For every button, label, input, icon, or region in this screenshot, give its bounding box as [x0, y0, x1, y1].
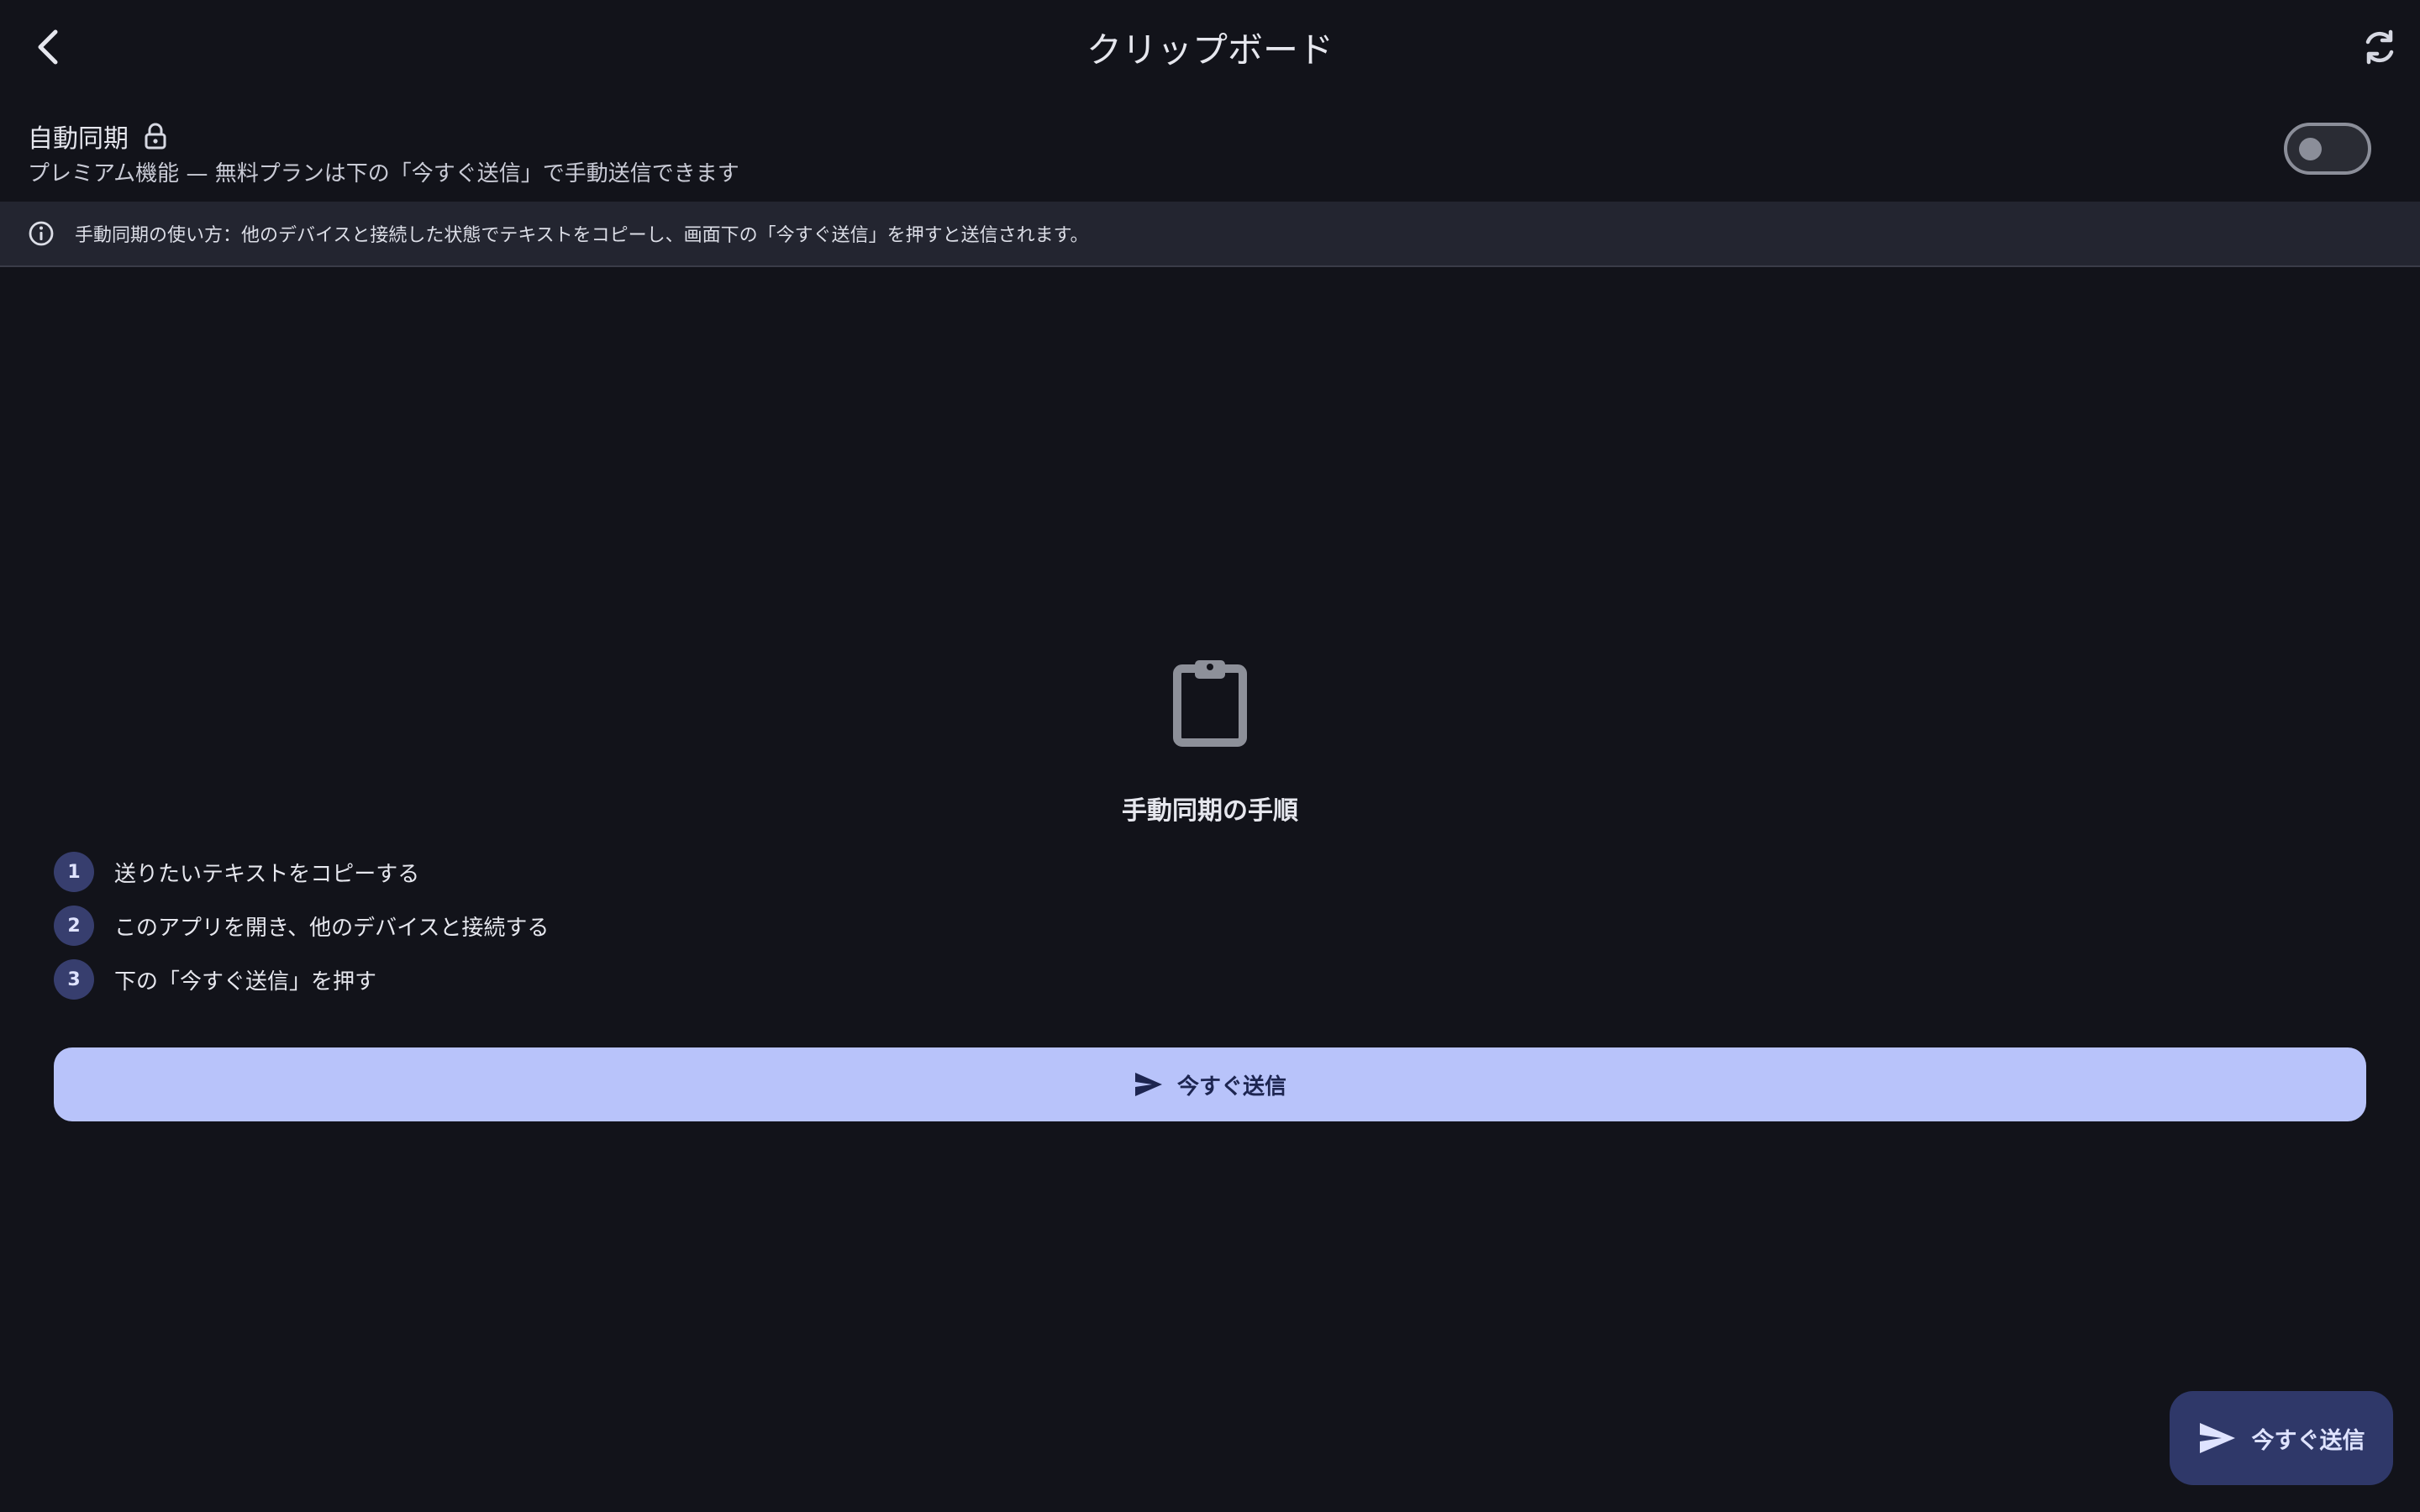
lock-icon [144, 123, 169, 150]
auto-sync-title: 自動同期 [28, 124, 129, 154]
step-item: 3 下の「今すぐ送信」を押す [54, 959, 549, 1000]
top-app-bar: クリップボード [0, 0, 2420, 94]
toggle-knob [2299, 138, 2322, 160]
steps-title: 手動同期の手順 [1122, 796, 1298, 826]
step-number-badge: 2 [54, 906, 94, 946]
info-banner: 手動同期の使い方：他のデバイスと接続した状態でテキストをコピーし、画面下の「今す… [0, 202, 2420, 267]
step-number-badge: 1 [54, 852, 94, 892]
step-text: このアプリを開き、他のデバイスと接続する [114, 915, 550, 941]
step-number-badge: 3 [54, 959, 94, 1000]
send-now-label: 今すぐ送信 [1176, 1074, 1286, 1100]
send-icon [1134, 1071, 1164, 1098]
send-now-button[interactable]: 今すぐ送信 [54, 1047, 2366, 1121]
sync-button[interactable] [2351, 18, 2408, 76]
auto-sync-title-row: 自動同期 [28, 118, 169, 155]
step-text: 送りたいテキストをコピーする [114, 861, 420, 887]
sync-icon [2365, 29, 2394, 65]
clipboard-icon [1170, 655, 1250, 748]
send-icon [2198, 1421, 2237, 1455]
info-icon [28, 220, 55, 247]
step-item: 2 このアプリを開き、他のデバイスと接続する [54, 906, 549, 946]
fab-label: 今すぐ送信 [2251, 1427, 2365, 1454]
page-title: クリップボード [1086, 29, 1334, 71]
clipboard-screen: クリップボード 自動同期 プレミアム機能 — 無料プランは下の「今すぐ送信」で手… [0, 0, 2420, 1512]
auto-sync-subtitle: プレミアム機能 — 無料プランは下の「今すぐ送信」で手動送信できます [28, 161, 739, 186]
send-now-fab[interactable]: 今すぐ送信 [2170, 1391, 2393, 1485]
info-banner-text: 手動同期の使い方：他のデバイスと接続した状態でテキストをコピーし、画面下の「今す… [75, 225, 1089, 246]
step-item: 1 送りたいテキストをコピーする [54, 852, 549, 892]
step-text: 下の「今すぐ送信」を押す [114, 969, 377, 995]
auto-sync-toggle[interactable] [2284, 123, 2371, 175]
auto-sync-row: 自動同期 プレミアム機能 — 無料プランは下の「今すぐ送信」で手動送信できます [0, 104, 2420, 198]
steps-list: 1 送りたいテキストをコピーする 2 このアプリを開き、他のデバイスと接続する … [54, 852, 549, 1013]
